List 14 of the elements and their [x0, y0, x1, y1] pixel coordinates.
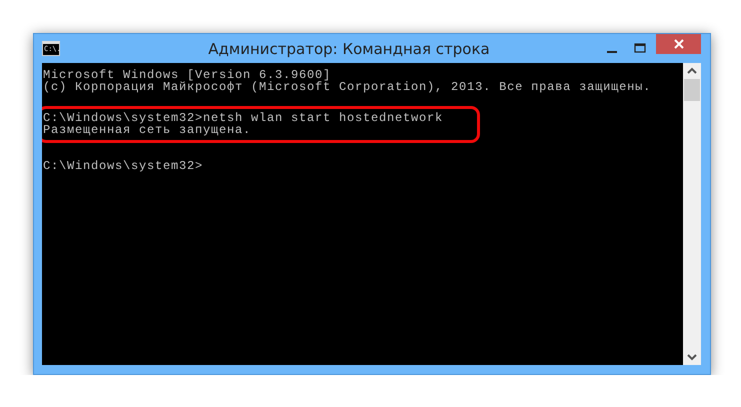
console-line: Размещенная сеть запущена. [43, 124, 252, 136]
scroll-thumb[interactable] [684, 79, 700, 101]
console-line: (c) Корпорация Майкрософт (Microsoft Corporation), 2013. Все права защищены. [43, 81, 652, 93]
scroll-up-icon[interactable] [687, 67, 697, 74]
console-line: Microsoft Windows [Version 6.3.9600] [43, 69, 332, 81]
console-line: C:\Windows\system32>netsh wlan start hostednetwork [43, 112, 444, 124]
maximize-icon [634, 43, 646, 53]
window-title: Администратор: Командная строка [207, 40, 491, 58]
scrollbar[interactable] [683, 63, 701, 365]
close-button[interactable] [656, 34, 701, 54]
minimize-icon [607, 50, 617, 52]
console-line: C:\Windows\system32> [43, 160, 204, 172]
close-icon [674, 39, 684, 49]
scroll-down-icon[interactable] [687, 354, 697, 361]
